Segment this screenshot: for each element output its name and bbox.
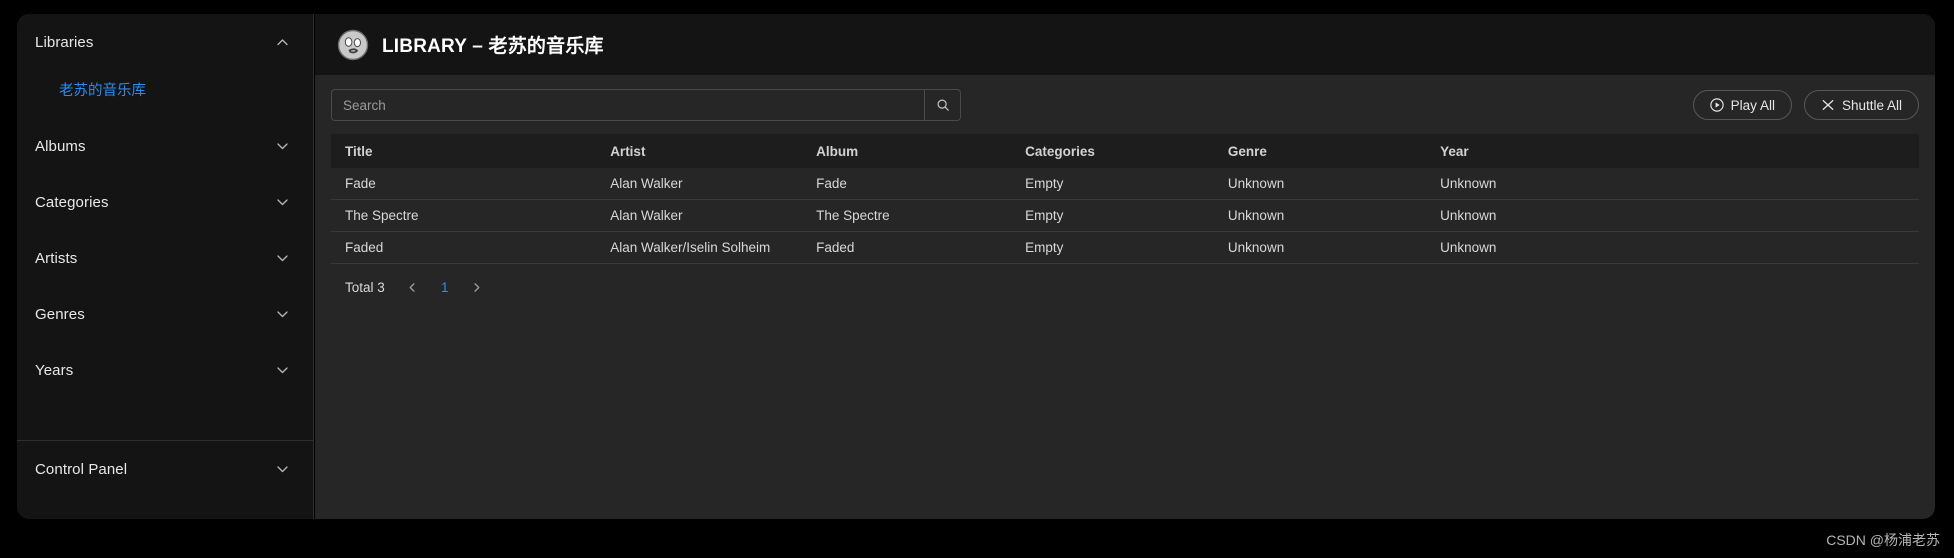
table-header-row: Title Artist Album Categories Genre Year [331, 134, 1919, 168]
table-footer: Total 3 1 [331, 264, 1919, 310]
column-header[interactable]: Artist [610, 144, 816, 159]
toolbar-actions: Play All Shuttle All [1692, 90, 1919, 120]
toolbar: Play All Shuttle All [331, 89, 1919, 121]
cell-genre: Unknown [1227, 240, 1285, 255]
column-header[interactable]: Title [345, 144, 610, 159]
pagination-next-button[interactable] [465, 275, 489, 299]
sidebar-item-label: Libraries [35, 33, 94, 51]
sidebar-item-label: Albums [35, 137, 86, 155]
watermark: CSDN @杨浦老苏 [1826, 532, 1940, 548]
sidebar-group-years: Years [17, 342, 313, 398]
sidebar-group-control-panel: Control Panel [17, 441, 313, 497]
shuffle-icon [1821, 98, 1835, 112]
sidebar-item-label: Genres [35, 305, 85, 323]
search-button[interactable] [924, 89, 961, 121]
cell-artist: Alan Walker/Iselin Solheim [610, 240, 771, 255]
cell-genre: Unknown [1227, 208, 1285, 223]
sidebar-group-libraries: Libraries 老苏的音乐库 [17, 14, 313, 118]
play-all-label: Play All [1730, 97, 1775, 113]
cell-categories: Empty [1025, 240, 1064, 255]
sidebar-item-albums[interactable]: Albums [17, 118, 313, 174]
column-header[interactable]: Genre [1228, 144, 1440, 159]
pagination-page-1[interactable]: 1 [433, 275, 457, 299]
chevron-down-icon [276, 140, 289, 153]
cell-year: Unknown [1440, 176, 1497, 191]
main-panel: LIBRARY – 老苏的音乐库 Search Play All Shuttle… [315, 14, 1935, 519]
sidebar-item-label: Artists [35, 249, 78, 267]
cell-artist: Alan Walker [610, 176, 683, 191]
chevron-up-icon [276, 36, 289, 49]
sidebar-item-label: Control Panel [35, 460, 128, 478]
column-header[interactable]: Album [816, 144, 1025, 159]
sidebar-group-genres: Genres [17, 286, 313, 342]
sidebar-item-categories[interactable]: Categories [17, 174, 313, 230]
sidebar-group-list: Libraries 老苏的音乐库 Albums Categories Artis… [17, 14, 313, 398]
table-row[interactable]: Fade Alan Walker Fade Empty Unknown Unknown [331, 168, 1919, 200]
pagination: 1 [401, 275, 489, 299]
page-title: LIBRARY – 老苏的音乐库 [382, 36, 604, 57]
cell-title: The Spectre [345, 208, 419, 223]
sidebar-nav: Libraries 老苏的音乐库 Albums Categories Artis… [17, 14, 313, 440]
panel-header: LIBRARY – 老苏的音乐库 [315, 14, 1935, 75]
table-row[interactable]: Faded Alan Walker/Iselin Solheim Faded Empt… [331, 232, 1919, 264]
sidebar-subitem[interactable]: 老苏的音乐库 [17, 70, 313, 108]
cell-categories: Empty [1025, 176, 1064, 191]
cell-title: Faded [345, 240, 384, 255]
search-input[interactable] [331, 89, 924, 121]
panel-body: Play All Shuttle All TitleArtistA [315, 75, 1935, 519]
sidebar-group-albums: Albums [17, 118, 313, 174]
sidebar-group-categories: Categories [17, 174, 313, 230]
cell-year: Unknown [1440, 240, 1497, 255]
sidebar-item-label: Categories [35, 193, 109, 211]
cell-album: Faded [816, 240, 855, 255]
shuttle-all-label: Shuttle All [1841, 97, 1902, 113]
sidebar-footer: Control Panel [17, 441, 313, 519]
search-group [331, 89, 961, 121]
chevron-right-icon [471, 282, 482, 293]
table-row[interactable]: The Spectre Alan Walker The Spectre Empty Un… [331, 200, 1919, 232]
column-header[interactable]: Year [1440, 144, 1905, 159]
chevron-down-icon [276, 364, 289, 377]
sidebar-item-libraries[interactable]: Libraries [17, 14, 313, 70]
sidebar: Libraries 老苏的音乐库 Albums Categories Artis… [17, 14, 314, 519]
cell-categories: Empty [1025, 208, 1064, 223]
cell-genre: Unknown [1227, 176, 1285, 191]
tracks-table: Title Artist Album Categories Genre Year Fade… [331, 134, 1919, 264]
search-icon [936, 98, 950, 112]
chevron-down-icon [276, 463, 289, 476]
chevron-down-icon [276, 196, 289, 209]
play-circle-icon [1709, 98, 1724, 112]
pagination-prev-button[interactable] [401, 275, 425, 299]
app-window: Libraries 老苏的音乐库 Albums Categories Artis… [0, 0, 1954, 558]
cell-album: Fade [816, 176, 847, 191]
cell-title: Fade [345, 176, 376, 191]
chevron-left-icon [407, 282, 418, 293]
sidebar-item-genres[interactable]: Genres [17, 286, 313, 342]
sidebar-group-artists: Artists [17, 230, 313, 286]
cell-artist: Alan Walker [610, 208, 683, 223]
sidebar-item-years[interactable]: Years [17, 342, 313, 398]
table-body: Fade Alan Walker Fade Empty Unknown Unknown Th… [331, 168, 1919, 264]
sidebar-footer-list: Control Panel [17, 441, 313, 497]
chevron-down-icon [276, 308, 289, 321]
chevron-down-icon [276, 252, 289, 265]
sidebar-item-artists[interactable]: Artists [17, 230, 313, 286]
face-logo-icon [337, 29, 369, 61]
cell-album: The Spectre [816, 208, 890, 223]
shuttle-all-button[interactable]: Shuttle All [1803, 90, 1919, 120]
sidebar-item-control-panel[interactable]: Control Panel [17, 441, 313, 497]
total-count-label: Total 3 [345, 279, 385, 295]
sidebar-subitems: 老苏的音乐库 [17, 70, 313, 118]
sidebar-item-label: Years [35, 361, 74, 379]
cell-year: Unknown [1440, 208, 1497, 223]
sidebar-subitem-label: 老苏的音乐库 [59, 82, 146, 99]
play-all-button[interactable]: Play All [1692, 90, 1792, 120]
column-header[interactable]: Categories [1025, 144, 1228, 159]
